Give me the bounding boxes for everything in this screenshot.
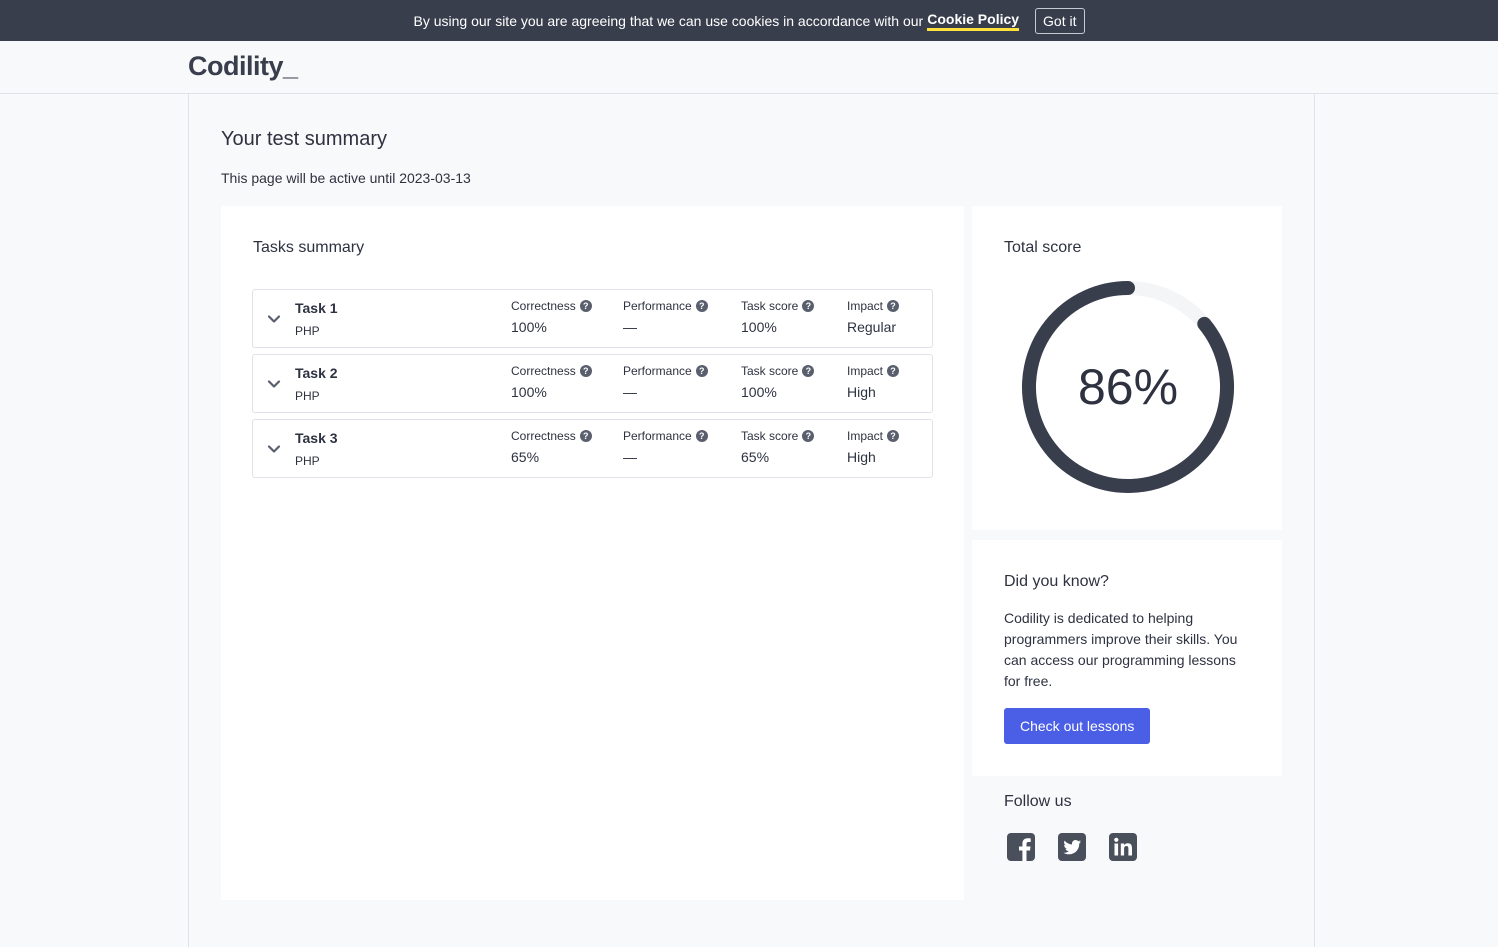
performance-label: Performance xyxy=(623,364,692,378)
task-language: PHP xyxy=(295,324,320,338)
task-name: Task 3 xyxy=(295,430,338,446)
help-icon[interactable]: ? xyxy=(579,300,592,312)
performance-metric: Performance? — xyxy=(623,429,708,465)
help-icon[interactable]: ? xyxy=(695,300,708,312)
task-score-metric: Task score? 100% xyxy=(741,299,815,335)
did-you-know-text: Codility is dedicated to helping program… xyxy=(1004,610,1238,689)
impact-metric: Impact? High xyxy=(847,429,900,465)
impact-metric: Impact? High xyxy=(847,364,900,400)
facebook-icon[interactable] xyxy=(1006,832,1036,862)
task-score-metric: Task score? 65% xyxy=(741,429,815,465)
correctness-metric: Correctness? 100% xyxy=(511,299,592,335)
impact-label: Impact xyxy=(847,299,884,313)
did-you-know-card: Did you know? Codility is dedicated to h… xyxy=(972,540,1282,776)
did-you-know-title: Did you know? xyxy=(1004,573,1109,590)
correctness-value: 100% xyxy=(511,384,547,400)
performance-metric: Performance? — xyxy=(623,299,708,335)
site-header: Codility_ xyxy=(0,41,1498,94)
performance-value: — xyxy=(623,319,637,335)
task-language: PHP xyxy=(295,454,320,468)
impact-value: High xyxy=(847,449,876,465)
impact-label: Impact xyxy=(847,364,884,378)
chevron-down-icon[interactable] xyxy=(267,377,281,391)
correctness-value: 65% xyxy=(511,449,540,465)
help-icon[interactable]: ? xyxy=(695,430,708,442)
tasks-summary-card: Tasks summary Task 1 PHP Correctness? 10… xyxy=(221,206,964,900)
follow-us-title: Follow us xyxy=(1004,793,1072,810)
performance-label: Performance xyxy=(623,299,692,313)
correctness-metric: Correctness? 100% xyxy=(511,364,592,400)
correctness-metric: Correctness? 65% xyxy=(511,429,592,465)
performance-value: — xyxy=(623,384,637,400)
chevron-down-icon[interactable] xyxy=(267,442,281,456)
help-icon[interactable]: ? xyxy=(887,300,900,312)
help-icon[interactable]: ? xyxy=(802,365,815,377)
performance-label: Performance xyxy=(623,429,692,443)
help-icon[interactable]: ? xyxy=(579,430,592,442)
codility-logo[interactable]: Codility_ xyxy=(188,51,298,82)
task-score-label: Task score xyxy=(741,364,799,378)
correctness-value: 100% xyxy=(511,319,547,335)
cookie-banner: By using our site you are agreeing that … xyxy=(0,0,1498,41)
impact-label: Impact xyxy=(847,429,884,443)
impact-value: High xyxy=(847,384,876,400)
correctness-label: Correctness xyxy=(511,429,576,443)
correctness-label: Correctness xyxy=(511,299,576,313)
performance-value: — xyxy=(623,449,637,465)
tasks-summary-title: Tasks summary xyxy=(253,239,365,256)
help-icon[interactable]: ? xyxy=(802,300,815,312)
cookie-accept-button[interactable]: Got it xyxy=(1035,7,1085,34)
help-icon[interactable]: ? xyxy=(802,430,815,442)
help-icon[interactable]: ? xyxy=(579,365,592,377)
task-name: Task 2 xyxy=(295,365,338,381)
help-icon[interactable]: ? xyxy=(695,365,708,377)
twitter-icon[interactable] xyxy=(1057,832,1087,862)
impact-value: Regular xyxy=(847,319,897,335)
task-row[interactable]: Task 1 PHP Correctness? 100% Performance… xyxy=(252,289,933,348)
task-score-value: 65% xyxy=(741,449,770,465)
linkedin-icon[interactable] xyxy=(1108,832,1138,862)
check-out-lessons-button[interactable]: Check out lessons xyxy=(1004,708,1151,744)
task-name: Task 1 xyxy=(295,300,338,316)
total-score-title: Total score xyxy=(1004,239,1082,256)
chevron-down-icon[interactable] xyxy=(267,312,281,326)
help-icon[interactable]: ? xyxy=(887,430,900,442)
task-score-label: Task score xyxy=(741,429,799,443)
task-language: PHP xyxy=(295,389,320,403)
task-score-value: 100% xyxy=(741,319,777,335)
page-active-until: This page will be active until 2023-03-1… xyxy=(221,170,471,186)
cookie-policy-link[interactable]: Cookie Policy xyxy=(927,11,1020,31)
task-score-label: Task score xyxy=(741,299,799,313)
task-row[interactable]: Task 2 PHP Correctness? 100% Performance… xyxy=(252,354,933,413)
total-score-card: Total score 86% xyxy=(972,206,1282,530)
performance-metric: Performance? — xyxy=(623,364,708,400)
task-score-metric: Task score? 100% xyxy=(741,364,815,400)
impact-metric: Impact? Regular xyxy=(847,299,900,335)
correctness-label: Correctness xyxy=(511,364,576,378)
total-score-value: 86% xyxy=(1077,359,1179,415)
task-score-value: 100% xyxy=(741,384,777,400)
help-icon[interactable]: ? xyxy=(887,365,900,377)
page-title: Your test summary xyxy=(221,128,387,150)
task-row[interactable]: Task 3 PHP Correctness? 65% Performance?… xyxy=(252,419,933,478)
cookie-text: By using our site you are agreeing that … xyxy=(413,12,924,29)
